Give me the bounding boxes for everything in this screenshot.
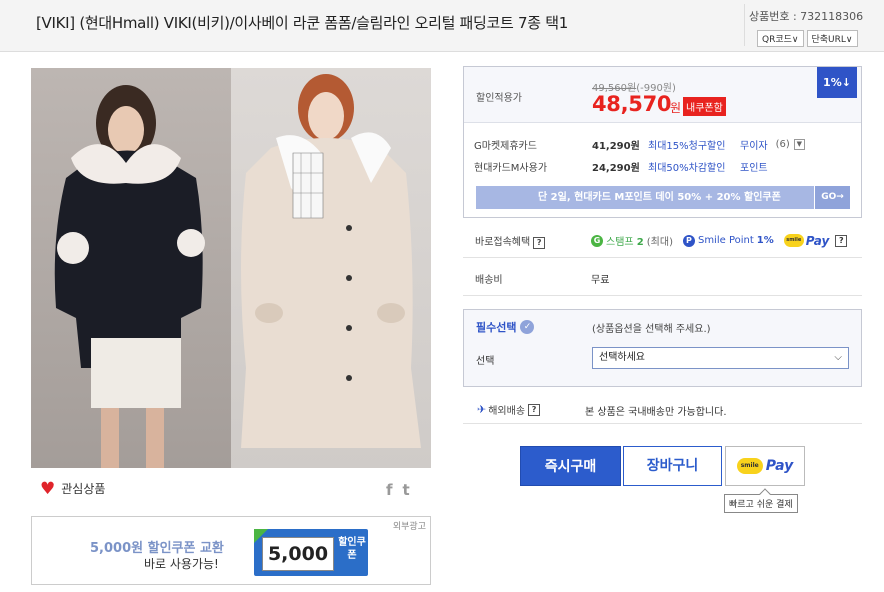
product-title: [VIKI] (현대Hmall) VIKI(비키)/이사베이 라쿤 폼폼/슬림라… bbox=[36, 14, 568, 32]
add-to-cart-button[interactable]: 장바구니 bbox=[623, 446, 722, 486]
smile-point-value: 1% bbox=[756, 235, 774, 246]
shipping-fee-label: 배송비 bbox=[475, 275, 503, 286]
coupon-corner-icon bbox=[254, 529, 268, 543]
smile-logo-icon: smile bbox=[783, 234, 804, 247]
shipping-fee-row: 배송비 무료 bbox=[463, 258, 862, 296]
promo-banner[interactable]: 단 2일, 현대카드 M포인트 데이 50% + 20% 할인쿠폰 GO→ bbox=[476, 186, 850, 209]
smile-pay-tooltip: 빠르고 쉬운 결제 bbox=[724, 494, 798, 513]
overseas-shipping-row: ✈ 해외배송 ? 본 상품은 국내배송만 가능합니다. bbox=[463, 394, 862, 424]
final-price-unit: 원 bbox=[670, 101, 682, 115]
buy-now-button[interactable]: 즉시구매 bbox=[520, 446, 621, 486]
point-link[interactable]: 포인트 bbox=[740, 159, 768, 174]
benefits-values: G 스탬프 2 (최대) P Smile Point 1% smile Pay … bbox=[591, 233, 848, 248]
smile-pay-badge: smile Pay bbox=[783, 234, 829, 248]
heart-icon: ♥ bbox=[40, 478, 56, 499]
benefits-label: 바로접속혜택? bbox=[475, 233, 546, 249]
help-icon[interactable]: ? bbox=[533, 237, 546, 249]
benefits-row: 바로접속혜택? G 스탬프 2 (최대) P Smile Point 1% sm… bbox=[463, 222, 862, 258]
airplane-icon: ✈ bbox=[477, 403, 487, 416]
ad-label: 외부광고 bbox=[392, 522, 426, 532]
coupon-ticket-amount: 5,000 bbox=[262, 537, 334, 571]
short-url-button[interactable]: 단축URL∨ bbox=[806, 30, 858, 47]
final-price: 48,570 bbox=[592, 92, 672, 116]
stamp-icon: G bbox=[591, 234, 603, 247]
discount-price-label: 할인적용가 bbox=[476, 93, 522, 104]
social-share: f t bbox=[386, 481, 410, 499]
option-hint: (상품옵션을 선택해 주세요.) bbox=[592, 324, 711, 335]
option-select[interactable]: 선택하세요 ⌵ bbox=[592, 347, 849, 369]
coupon-ticket: 5,000 할인쿠폰 bbox=[254, 529, 368, 576]
my-coupon-button[interactable]: 내쿠폰함 bbox=[683, 97, 726, 116]
coupon-ticket-side: 할인쿠폰 bbox=[338, 537, 366, 561]
facebook-icon[interactable]: f bbox=[386, 481, 393, 499]
smile-logo-icon: smile bbox=[736, 458, 763, 474]
stamp-max: (최대) bbox=[646, 237, 673, 248]
product-photo-illustration bbox=[54, 74, 421, 468]
card-row-hyundai: 현대카드M사용가 24,290원 최대50%차감할인 포인트 bbox=[474, 159, 768, 174]
card-row-gmarket: G마켓제휴카드 41,290원 최대15%청구할인 무이자 (6) ▼ bbox=[474, 137, 805, 152]
chevron-down-icon[interactable]: ▼ bbox=[793, 139, 805, 150]
overseas-shipping-value: 본 상품은 국내배송만 가능합니다. bbox=[585, 407, 727, 418]
price-box: 할인적용가 49,560원(-990원) 48,570 원 내쿠폰함 1%↓ G… bbox=[463, 66, 862, 218]
coupon-banner-subline: 바로 사용가능! bbox=[144, 557, 219, 571]
card-discount-link[interactable]: 최대50%차감할인 bbox=[648, 159, 740, 174]
smile-point-icon: P bbox=[682, 234, 695, 247]
promo-text: 단 2일, 현대카드 M포인트 데이 50% + 20% 할인쿠폰 bbox=[538, 192, 781, 203]
option-select-label: 선택 bbox=[476, 356, 495, 367]
overseas-shipping-label: ✈ 해외배송 ? bbox=[477, 402, 541, 417]
product-number: 상품번호 : 732118306 bbox=[749, 10, 864, 23]
coupon-banner[interactable]: 외부광고 5,000원 할인쿠폰 교환 바로 사용가능! 5,000 할인쿠폰 bbox=[31, 516, 431, 585]
qr-code-button[interactable]: QR코드∨ bbox=[757, 30, 804, 47]
coupon-banner-headline: 5,000원 할인쿠폰 교환 bbox=[90, 541, 224, 556]
product-number-box: 상품번호 : 732118306 QR코드∨ 단축URL∨ bbox=[744, 4, 864, 47]
promo-go-button[interactable]: GO→ bbox=[814, 186, 850, 209]
twitter-icon[interactable]: t bbox=[403, 481, 410, 499]
shipping-fee-value: 무료 bbox=[591, 275, 610, 286]
required-option-title: 필수선택 ✓ bbox=[476, 319, 535, 335]
product-title-bar: [VIKI] (현대Hmall) VIKI(비키)/이사베이 라쿤 폼폼/슬림라… bbox=[0, 0, 884, 52]
price-summary: 할인적용가 49,560원(-990원) 48,570 원 내쿠폰함 1%↓ bbox=[464, 67, 861, 123]
favorite-label: 관심상품 bbox=[61, 482, 106, 496]
installment-link[interactable]: 무이자 bbox=[740, 137, 768, 152]
favorite-button[interactable]: ♥ 관심상품 bbox=[40, 480, 105, 497]
chevron-down-icon: ⌵ bbox=[834, 352, 842, 363]
stamp-info: 스탬프 2 bbox=[606, 237, 644, 248]
card-discount-link[interactable]: 최대15%청구할인 bbox=[648, 137, 740, 152]
check-icon: ✓ bbox=[520, 320, 535, 334]
discount-percent-badge[interactable]: 1%↓ bbox=[817, 67, 857, 98]
help-icon[interactable]: ? bbox=[835, 234, 848, 247]
help-icon[interactable]: ? bbox=[528, 403, 541, 416]
option-box: 필수선택 ✓ (상품옵션을 선택해 주세요.) 선택 선택하세요 ⌵ bbox=[463, 309, 862, 387]
smile-point-label: Smile Point bbox=[697, 235, 754, 246]
smile-pay-button[interactable]: smile Pay bbox=[725, 446, 805, 486]
product-image[interactable] bbox=[31, 68, 431, 468]
